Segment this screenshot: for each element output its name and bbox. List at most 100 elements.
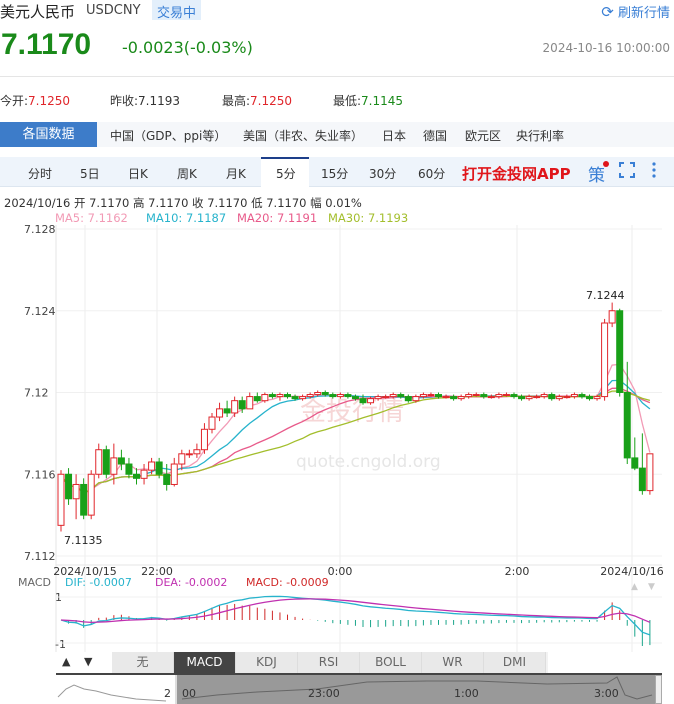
- x-tick-label: 2024/10/16: [600, 565, 663, 578]
- macd-y-tick: -1: [55, 638, 66, 651]
- navigator-label: 2: [164, 687, 171, 700]
- candle-body: [208, 416, 216, 430]
- candle-body: [397, 394, 405, 398]
- candle-body: [299, 396, 307, 400]
- indicator-tabs: 无 MACD KDJ RSI BOLL WR DMI: [112, 652, 548, 673]
- tab-dmi[interactable]: DMI: [484, 652, 546, 673]
- candle-body: [95, 449, 103, 475]
- candle-body: [533, 396, 541, 399]
- candle-body: [412, 396, 420, 402]
- candle-body: [148, 461, 156, 471]
- candle-body: [638, 467, 646, 492]
- candle-body: [110, 457, 118, 475]
- candle-body: [314, 392, 322, 396]
- kline-chart[interactable]: 金投行情 quote.cngold.org 7.128 7.124 7.12 7.11…: [0, 0, 674, 652]
- candle-body: [246, 396, 254, 410]
- candle-body: [631, 457, 639, 469]
- candle-body: [125, 463, 133, 475]
- candle-body: [284, 394, 291, 398]
- indicator-up-button[interactable]: ▲: [62, 655, 70, 668]
- tab-macd[interactable]: MACD: [174, 652, 236, 673]
- dif-line: [60, 595, 651, 636]
- candle-body: [374, 396, 382, 400]
- candle-body: [200, 428, 208, 451]
- y-tick-label: 7.128: [24, 223, 56, 236]
- tab-none[interactable]: 无: [112, 652, 174, 673]
- candle-body: [442, 396, 450, 399]
- candle-body: [359, 398, 367, 404]
- max-annotation: 7.1244: [586, 289, 625, 302]
- candle-body: [389, 394, 397, 398]
- candle-body: [268, 394, 276, 398]
- watermark-url: quote.cngold.org: [296, 452, 441, 472]
- min-annotation: 7.1135: [64, 534, 103, 547]
- candle-body: [193, 449, 201, 455]
- candle-body: [306, 394, 314, 398]
- candle-body: [321, 392, 329, 396]
- candle-body: [518, 396, 526, 400]
- macd-up-arrow[interactable]: ▲: [631, 582, 638, 592]
- candle-body: [117, 457, 125, 465]
- candle-body: [170, 463, 178, 485]
- tab-boll[interactable]: BOLL: [360, 652, 422, 673]
- macd-dif: DIF: -0.0007: [65, 576, 132, 589]
- indicator-arrows: ▲ ▼: [56, 652, 106, 673]
- navigator-label: 00: [182, 687, 196, 700]
- candle-body: [608, 310, 616, 324]
- candle-body: [351, 396, 359, 400]
- candle-body: [261, 394, 269, 402]
- candle-body: [253, 396, 261, 402]
- candle-body: [540, 394, 548, 398]
- candle-body: [435, 394, 442, 398]
- candle-body: [140, 469, 148, 479]
- candle-body: [586, 396, 593, 400]
- candle-body: [570, 394, 578, 398]
- dea-line: [60, 598, 651, 624]
- candle-body: [72, 483, 80, 500]
- candle-body: [276, 394, 284, 398]
- candle-body: [601, 322, 609, 398]
- navigator-label: 3:00: [594, 687, 619, 700]
- candle-body: [495, 394, 503, 398]
- macd-title: MACD: [18, 576, 51, 589]
- candle-body: [480, 394, 488, 398]
- candle-body: [450, 396, 458, 400]
- tab-wr[interactable]: WR: [422, 652, 484, 673]
- candle-body: [231, 400, 239, 414]
- candle-body: [593, 396, 601, 400]
- y-tick-label: 7.12: [24, 387, 49, 400]
- candle-body: [133, 473, 140, 479]
- candle-body: [57, 473, 65, 526]
- candle-body: [178, 453, 186, 465]
- candle-body: [404, 396, 412, 402]
- x-tick-label: 0:00: [328, 565, 353, 578]
- range-navigator[interactable]: 2 00 23:00 1:00 3:00: [56, 673, 662, 704]
- navigator-handle-right[interactable]: [655, 675, 662, 704]
- candle-body: [367, 398, 375, 404]
- macd-down-arrow[interactable]: ▼: [648, 582, 655, 592]
- tab-rsi[interactable]: RSI: [298, 652, 360, 673]
- navigator-selection[interactable]: [175, 675, 655, 704]
- tab-kdj[interactable]: KDJ: [236, 652, 298, 673]
- candle-body: [163, 473, 171, 485]
- candle-body: [548, 394, 556, 400]
- candle-body: [427, 394, 435, 397]
- candle-body: [87, 473, 95, 516]
- navigator-label: 1:00: [454, 687, 479, 700]
- candle-body: [510, 394, 518, 398]
- candle-body: [525, 396, 533, 400]
- y-tick-label: 7.124: [24, 305, 56, 318]
- candle-body: [578, 394, 586, 398]
- candle-body: [487, 396, 495, 399]
- candle-body: [616, 310, 624, 393]
- candle-body: [419, 394, 427, 398]
- y-tick-label: 7.112: [24, 550, 56, 563]
- candle-body: [329, 394, 337, 398]
- y-tick-label: 7.116: [24, 468, 56, 481]
- candle-body: [555, 396, 563, 400]
- candle-body: [223, 408, 231, 414]
- indicator-down-button[interactable]: ▼: [84, 655, 92, 668]
- candle-body: [65, 473, 73, 500]
- watermark-text: 金投行情: [300, 397, 404, 427]
- candle-body: [80, 483, 88, 516]
